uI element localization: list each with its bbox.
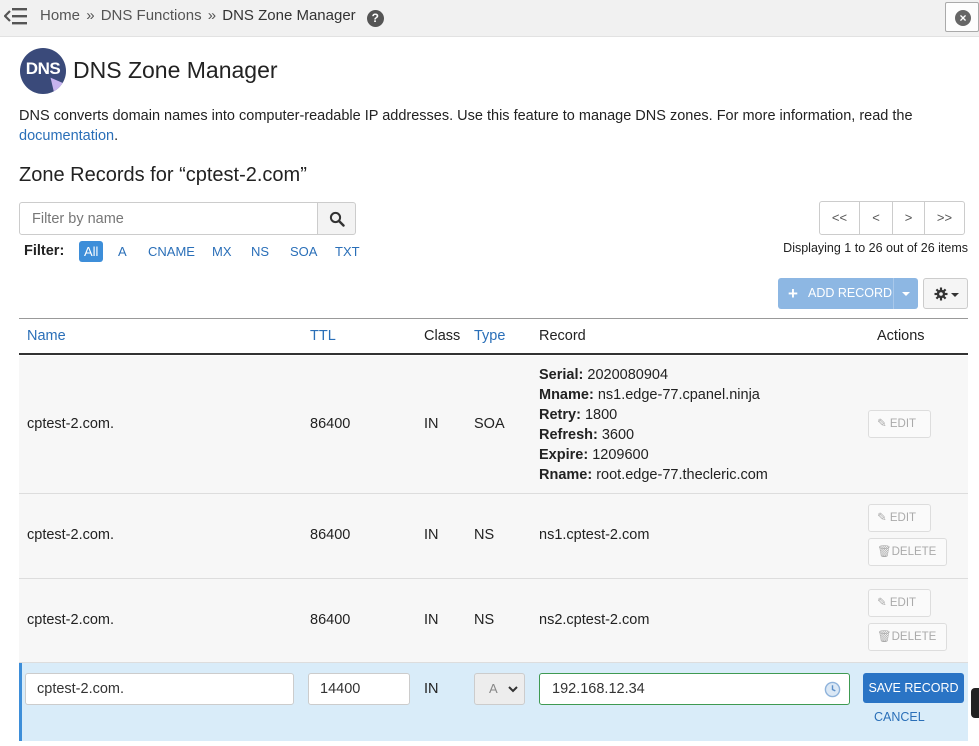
next-page-button[interactable]: > bbox=[892, 201, 925, 235]
pencil-icon: ✎ bbox=[877, 418, 887, 430]
filter-soa[interactable]: SOA bbox=[285, 241, 322, 262]
breadcrumb-home[interactable]: Home bbox=[40, 7, 80, 24]
description-text: DNS converts domain names into computer-… bbox=[19, 108, 913, 124]
plus-icon: + bbox=[788, 284, 798, 303]
dns-logo: DNS bbox=[20, 48, 66, 94]
settings-button[interactable] bbox=[923, 278, 968, 309]
filter-ns[interactable]: NS bbox=[246, 241, 274, 262]
side-widget-handle[interactable] bbox=[971, 688, 979, 718]
add-record-dropdown-toggle[interactable] bbox=[893, 278, 918, 309]
close-button[interactable]: × bbox=[945, 2, 979, 32]
table-header: Name TTL Class Type Record Actions bbox=[19, 319, 968, 355]
first-page-button[interactable]: << bbox=[819, 201, 860, 235]
record-class: IN bbox=[424, 612, 439, 628]
edit-name-field[interactable] bbox=[25, 673, 294, 705]
documentation-link[interactable]: documentation bbox=[19, 128, 114, 144]
edit-ttl-field[interactable] bbox=[308, 673, 410, 705]
record-type-value: A bbox=[489, 681, 498, 696]
breadcrumb-separator: » bbox=[86, 7, 95, 24]
column-name[interactable]: Name bbox=[27, 328, 66, 344]
close-icon: × bbox=[955, 10, 971, 26]
edit-record-value: 192.168.12.34 bbox=[552, 681, 645, 697]
prev-page-button[interactable]: < bbox=[859, 201, 893, 235]
gear-icon bbox=[934, 287, 948, 301]
search-icon bbox=[329, 211, 345, 227]
trash-icon: 🗑 bbox=[877, 546, 892, 558]
filter-all[interactable]: All bbox=[79, 241, 104, 262]
record-name: cptest-2.com. bbox=[27, 527, 115, 543]
last-page-button[interactable]: >> bbox=[924, 201, 965, 235]
record-type: SOA bbox=[474, 416, 505, 432]
delete-button[interactable]: 🗑DELETE bbox=[868, 538, 947, 566]
breadcrumb: Home » DNS Functions » DNS Zone Manager … bbox=[40, 7, 384, 27]
breadcrumb-current: DNS Zone Manager bbox=[222, 7, 356, 24]
record-class: IN bbox=[424, 527, 439, 543]
filter-a[interactable]: A bbox=[113, 241, 132, 262]
pencil-icon: ✎ bbox=[877, 597, 887, 609]
edit-class: IN bbox=[424, 681, 439, 697]
record-name: cptest-2.com. bbox=[27, 612, 115, 628]
table-row: cptest-2.com. 86400 IN NS ns2.cptest-2.c… bbox=[19, 579, 968, 663]
record-class: IN bbox=[424, 416, 439, 432]
column-actions: Actions bbox=[877, 328, 925, 344]
record-type: NS bbox=[474, 612, 495, 628]
edit-button[interactable]: ✎ EDIT bbox=[868, 504, 931, 532]
breadcrumb-dns-functions[interactable]: DNS Functions bbox=[101, 7, 202, 24]
pagination-status: Displaying 1 to 26 out of 26 items bbox=[783, 241, 968, 255]
edit-button[interactable]: ✎ EDIT bbox=[868, 410, 931, 438]
clock-icon bbox=[824, 681, 841, 698]
pagination: << < > >> bbox=[819, 201, 965, 235]
chevron-down-icon bbox=[508, 686, 518, 693]
top-bar: Home » DNS Functions » DNS Zone Manager … bbox=[0, 0, 979, 37]
record-type: NS bbox=[474, 527, 495, 543]
filter-mx[interactable]: MX bbox=[207, 241, 237, 262]
cancel-link[interactable]: CANCEL bbox=[874, 710, 925, 724]
breadcrumb-separator: » bbox=[207, 7, 217, 24]
trash-icon: 🗑 bbox=[877, 631, 892, 643]
zone-heading: Zone Records for “cptest-2.com” bbox=[19, 164, 307, 186]
record-name: cptest-2.com. bbox=[27, 416, 115, 432]
record-ttl: 86400 bbox=[310, 416, 351, 432]
delete-button[interactable]: 🗑DELETE bbox=[868, 623, 947, 651]
column-record: Record bbox=[539, 328, 586, 344]
record-value: ns1.cptest-2.com bbox=[539, 527, 650, 543]
description-suffix: . bbox=[114, 128, 119, 144]
record-type-select[interactable]: A bbox=[474, 673, 525, 705]
search-button[interactable] bbox=[317, 202, 356, 235]
filter-name-input[interactable] bbox=[19, 202, 318, 235]
table-row: cptest-2.com. 86400 IN SOA Serial: 20200… bbox=[19, 356, 968, 494]
table-row: cptest-2.com. 86400 IN NS ns1.cptest-2.c… bbox=[19, 494, 968, 579]
record-ttl: 86400 bbox=[310, 527, 351, 543]
record-ttl: 86400 bbox=[310, 612, 351, 628]
filter-label: Filter: bbox=[24, 243, 65, 259]
page-title: DNS Zone Manager bbox=[73, 57, 278, 83]
add-record-button[interactable]: + ADD RECORD bbox=[778, 278, 893, 309]
filter-txt[interactable]: TXT bbox=[330, 241, 365, 262]
help-icon[interactable]: ? bbox=[366, 10, 384, 27]
add-record-label: ADD RECORD bbox=[808, 286, 893, 300]
filter-cname[interactable]: CNAME bbox=[143, 241, 200, 262]
menu-toggle-icon[interactable] bbox=[4, 6, 28, 26]
pencil-icon: ✎ bbox=[877, 512, 887, 524]
chevron-down-icon bbox=[951, 293, 959, 297]
column-class: Class bbox=[424, 328, 461, 344]
column-ttl[interactable]: TTL bbox=[310, 328, 336, 344]
editing-row: IN A 192.168.12.34 SAVE RECORD CANCEL bbox=[19, 663, 968, 741]
page-description: DNS converts domain names into computer-… bbox=[19, 106, 949, 146]
column-type[interactable]: Type bbox=[474, 328, 505, 344]
edit-record-field[interactable]: 192.168.12.34 bbox=[539, 673, 850, 705]
soa-record-details: Serial: 2020080904 Mname: ns1.edge-77.cp… bbox=[539, 367, 768, 483]
record-value: ns2.cptest-2.com bbox=[539, 612, 650, 628]
edit-button[interactable]: ✎ EDIT bbox=[868, 589, 931, 617]
save-record-button[interactable]: SAVE RECORD bbox=[863, 673, 964, 703]
